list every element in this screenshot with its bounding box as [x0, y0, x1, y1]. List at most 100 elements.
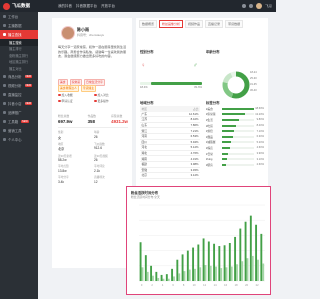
profile-options: 加入收藏 加入对比 申请认证 更多操作: [58, 93, 128, 103]
tag-name: #日常: [206, 152, 213, 156]
menu-icon: [3, 128, 6, 132]
chart-bar[interactable]: [197, 244, 200, 281]
sidebar-item[interactable]: 直播监控: [0, 90, 38, 99]
tag-pct: 13.20%: [255, 112, 264, 116]
tab[interactable]: 直播记录: [205, 20, 224, 28]
chart-bar[interactable]: [171, 268, 174, 281]
region-pct: 6.53%: [190, 134, 199, 139]
profile-tag[interactable]: 美食教程达人: [58, 85, 79, 92]
top-menu-item[interactable]: 开放平台: [101, 4, 115, 9]
option-label: 更多操作: [97, 99, 109, 103]
chart-bar[interactable]: [188, 269, 191, 281]
tab[interactable]: 数据概览: [139, 20, 158, 28]
menu-icon: [3, 137, 6, 141]
chart-bar[interactable]: [255, 224, 258, 281]
chart-bar[interactable]: [249, 215, 252, 281]
tab[interactable]: 视频作品: [185, 20, 204, 28]
chart-bar[interactable]: [209, 265, 212, 281]
chart-bar[interactable]: [165, 274, 168, 281]
tag-name: #家常菜: [206, 113, 216, 117]
chart-bar[interactable]: [236, 264, 238, 281]
sidebar-item[interactable]: 视频分析 NEW: [0, 81, 38, 90]
chart-bar[interactable]: [230, 266, 233, 281]
message-icon[interactable]: [249, 4, 253, 8]
chart-bar[interactable]: [162, 278, 165, 281]
chart-bar[interactable]: [262, 263, 265, 281]
activity-subtitle[interactable]: 粉丝活跃时间分布 全天: [131, 195, 160, 199]
info-value: 912.6: [94, 146, 102, 151]
chart-bar[interactable]: [228, 243, 231, 281]
chart-bar[interactable]: [220, 268, 223, 281]
sidebar-item[interactable]: 个人中心: [0, 135, 38, 144]
chart-bar[interactable]: [244, 221, 247, 281]
sidebar-item-label: 直播监控: [8, 92, 22, 97]
chart-bar[interactable]: [234, 236, 237, 281]
chart-bar[interactable]: [176, 259, 179, 281]
chart-bar[interactable]: [218, 246, 221, 281]
sidebar-item[interactable]: 营销工具: [0, 126, 38, 135]
chart-bar[interactable]: [155, 271, 158, 281]
chart-bar[interactable]: [246, 258, 249, 281]
sidebar-item[interactable]: 抖音小店 NEW: [0, 99, 38, 108]
age-label: 36-40: [250, 89, 257, 92]
option-favorite[interactable]: 加入收藏: [58, 93, 92, 97]
chart-bar[interactable]: [260, 233, 263, 281]
user-avatar[interactable]: [256, 3, 262, 9]
region-name: 江苏: [141, 117, 148, 122]
top-menu-item[interactable]: 我的抖音: [58, 4, 72, 9]
chart-bar[interactable]: [204, 265, 207, 281]
option-more[interactable]: 更多操作: [94, 99, 128, 103]
chart-bar[interactable]: [178, 273, 181, 281]
chart-bar[interactable]: [141, 267, 144, 281]
profile-tag[interactable]: 带货播主: [80, 85, 96, 92]
chart-bar[interactable]: [152, 275, 154, 281]
chart-bar[interactable]: [223, 245, 226, 281]
chart-bar[interactable]: [167, 278, 170, 281]
info-value: 12: [94, 179, 98, 184]
tab[interactable]: 粉丝画像分析: [159, 20, 184, 28]
chart-bar[interactable]: [207, 241, 210, 281]
option-verify[interactable]: 申请认证: [58, 99, 92, 103]
chart-bar[interactable]: [173, 276, 175, 281]
chart-bar[interactable]: [186, 250, 189, 281]
sidebar-item[interactable]: 工作台: [0, 12, 38, 21]
chart-bar[interactable]: [257, 259, 259, 281]
sidebar-item-label: 抖音小店: [8, 101, 22, 106]
sidebar-item[interactable]: 商品分析 NEW: [0, 72, 38, 81]
sidebar-item[interactable]: 主播数据: [0, 21, 38, 30]
brand-logo[interactable]: 飞瓜数据: [0, 0, 38, 12]
tab[interactable]: 带货数据: [225, 20, 244, 28]
sidebar-item[interactable]: 播主查找: [0, 30, 38, 39]
chart-bar[interactable]: [139, 242, 142, 281]
chart-bar[interactable]: [199, 267, 202, 281]
chart-bar[interactable]: [181, 254, 184, 281]
chart-bar[interactable]: [202, 238, 205, 281]
chart-bar[interactable]: [183, 271, 186, 281]
main-tabs: 数据概览 粉丝画像分析 视频作品 直播记录 带货数据: [139, 20, 267, 28]
chart-bar[interactable]: [215, 266, 217, 281]
top-menu-item[interactable]: 抖音数据平台: [76, 4, 97, 9]
info-label: 性别: [58, 131, 64, 134]
chart-bar[interactable]: [194, 268, 196, 281]
stat-works: 作品数 358: [88, 114, 96, 124]
notification-icon[interactable]: [242, 4, 246, 8]
chart-bar[interactable]: [160, 274, 163, 281]
chart-bar[interactable]: [251, 255, 254, 281]
chart-bar[interactable]: [225, 267, 228, 281]
chart-bar[interactable]: [144, 255, 147, 281]
chart-bar[interactable]: [157, 277, 160, 281]
chart-bar[interactable]: [150, 265, 153, 281]
chart-bar[interactable]: [146, 271, 149, 281]
sidebar-item[interactable]: 品牌推广: [0, 108, 38, 117]
sidebar-item[interactable]: 工具箱 NEW: [0, 117, 38, 126]
chart-bar[interactable]: [192, 247, 195, 281]
option-compare[interactable]: 加入对比: [94, 93, 128, 97]
user-name[interactable]: 飞瓜: [265, 4, 272, 9]
chart-bar[interactable]: [213, 243, 216, 281]
brand-mark-icon: [3, 2, 10, 10]
gender-title: 性别分布: [140, 50, 154, 54]
chart-bar[interactable]: [239, 228, 242, 281]
region-name: 四川: [141, 139, 148, 144]
chart-bar[interactable]: [241, 261, 244, 281]
tag-name: #美食: [206, 107, 213, 111]
